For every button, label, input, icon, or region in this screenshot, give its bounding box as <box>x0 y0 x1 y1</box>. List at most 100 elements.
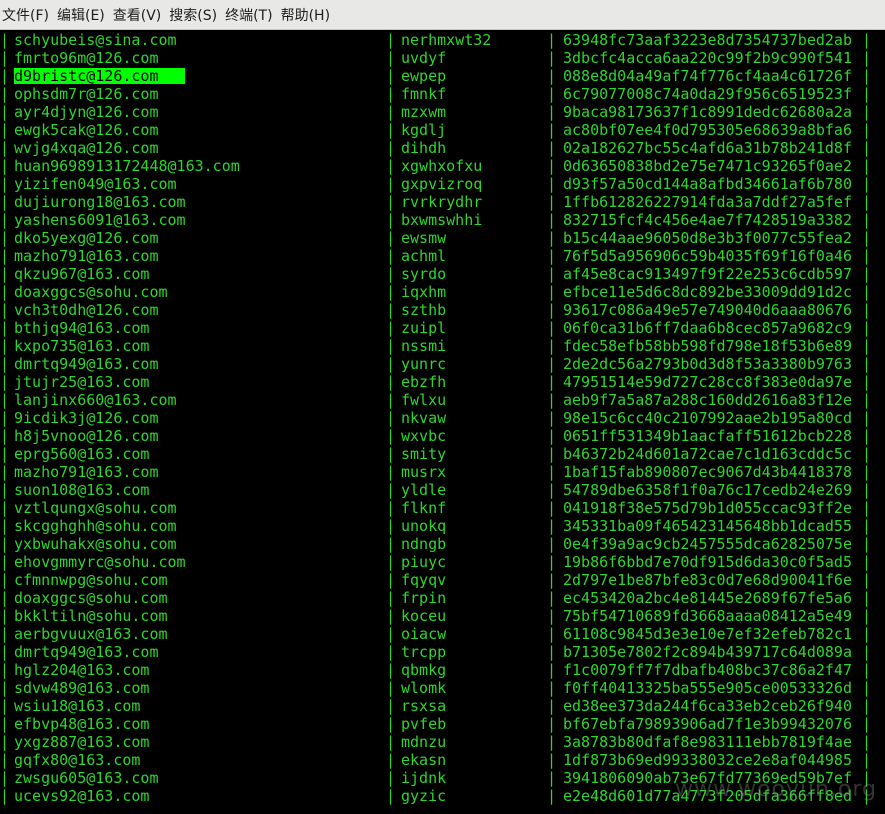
column-separator: | <box>0 625 10 643</box>
column-separator: | <box>386 697 396 715</box>
username-cell: ijdnk <box>401 769 447 787</box>
hash-cell: 345331ba09f465423145648bb1dcad55 <box>563 517 852 535</box>
column-separator: | <box>386 265 396 283</box>
column-separator: | <box>862 337 872 355</box>
email-cell: dmrtq949@163.com <box>14 355 159 373</box>
terminal-output[interactable]: | schyubeis@sina.com | nerhmxwt32 | 63948fc73… <box>0 30 885 814</box>
hash-cell: b15c44aae96050d8e3b3f0077c55fea2 <box>563 229 852 247</box>
email-cell: dmrtq949@163.com <box>14 643 159 661</box>
username-cell: nerhmxwt32 <box>401 31 492 49</box>
column-separator: | <box>0 391 10 409</box>
username-cell: mdnzu <box>401 733 447 751</box>
column-separator: | <box>547 445 557 463</box>
column-separator: | <box>547 679 557 697</box>
column-separator: | <box>386 139 396 157</box>
table-row: | skcgghghh@sohu.com | unokq | 345331ba09f465… <box>0 517 885 535</box>
table-row: | yxgz887@163.com | mdnzu | 3a8783b80dfaf8e98… <box>0 733 885 751</box>
column-separator: | <box>862 715 872 733</box>
email-cell: ucevs92@163.com <box>14 787 150 805</box>
table-row: | dujiurong18@163.com | rvrkrydhr | 1ffb61282… <box>0 193 885 211</box>
username-cell: pvfeb <box>401 715 447 733</box>
column-separator: | <box>386 319 396 337</box>
column-separator: | <box>386 121 396 139</box>
column-separator: | <box>386 247 396 265</box>
hash-cell: efbce11e5d6c8dc892be33009dd91d2c <box>563 283 852 301</box>
email-cell: wvjg4xqa@126.com <box>14 139 159 157</box>
table-row: | eprg560@163.com | smity | b46372b24d601a72c… <box>0 445 885 463</box>
column-separator: | <box>547 517 557 535</box>
column-separator: | <box>386 715 396 733</box>
hash-cell: 1baf15fab890807ec9067d43b4418378 <box>563 463 852 481</box>
column-separator: | <box>547 481 557 499</box>
column-separator: | <box>0 715 10 733</box>
menu-item-4[interactable]: 终端(T) <box>223 5 278 25</box>
email-cell: lanjinx660@163.com <box>14 391 177 409</box>
column-separator: | <box>386 589 396 607</box>
column-separator: | <box>0 67 10 85</box>
username-cell: wxvbc <box>401 427 447 445</box>
column-separator: | <box>547 643 557 661</box>
table-row: | lanjinx660@163.com | fwlxu | aeb9f7a5a87a28… <box>0 391 885 409</box>
column-separator: | <box>547 121 557 139</box>
column-separator: | <box>862 175 872 193</box>
hash-cell: 76f5d5a956906c59b4035f69f16f0a46 <box>563 247 852 265</box>
column-separator: | <box>862 265 872 283</box>
username-cell: ekasn <box>401 751 447 769</box>
email-cell: doaxggcs@sohu.com <box>14 283 168 301</box>
menu-item-0[interactable]: 文件(F) <box>0 5 55 25</box>
hash-cell: 2de2dc56a2793b0d3d8f53a3380b9763 <box>563 355 852 373</box>
hash-cell: b71305e7802f2c894b439717c64d089a <box>563 643 852 661</box>
column-separator: | <box>862 589 872 607</box>
email-cell: wsiu18@163.com <box>14 697 141 715</box>
hash-cell: ed38ee373da244f6ca33eb2ceb26f940 <box>563 697 852 715</box>
menu-item-2[interactable]: 查看(V) <box>111 5 168 25</box>
column-separator: | <box>862 607 872 625</box>
username-cell: ewpep <box>401 67 447 85</box>
column-separator: | <box>547 553 557 571</box>
column-separator: | <box>386 283 396 301</box>
email-cell: vch3t0dh@126.com <box>14 301 159 319</box>
hash-cell: 1df873b69ed99338032ce2e8af044985 <box>563 751 852 769</box>
hash-cell: 54789dbe6358f1f0a76c17cedb24e269 <box>563 481 852 499</box>
column-separator: | <box>0 211 10 229</box>
column-separator: | <box>547 301 557 319</box>
column-separator: | <box>862 427 872 445</box>
table-row: | bkkltiln@sohu.com | koceu | 75bf54710689fd3… <box>0 607 885 625</box>
email-cell: yashens6091@163.com <box>14 211 186 229</box>
menu-item-3[interactable]: 搜索(S) <box>167 5 223 25</box>
column-separator: | <box>862 283 872 301</box>
column-separator: | <box>386 643 396 661</box>
menu-item-5[interactable]: 帮助(H) <box>279 5 336 25</box>
column-separator: | <box>862 211 872 229</box>
column-separator: | <box>547 247 557 265</box>
hash-cell: 19b86f6bbd7e70df915d6da30c0f5ad5 <box>563 553 852 571</box>
hash-cell: bf67ebfa79893906ad7f1e3b99432076 <box>563 715 852 733</box>
table-row: | mazho791@163.com | musrx | 1baf15fab890807e… <box>0 463 885 481</box>
username-cell: rsxsa <box>401 697 447 715</box>
username-cell: xgwhxofxu <box>401 157 483 175</box>
username-cell: uvdyf <box>401 49 447 67</box>
menu-item-1[interactable]: 编辑(E) <box>55 5 111 25</box>
column-separator: | <box>547 697 557 715</box>
username-cell: yldle <box>401 481 447 499</box>
column-separator: | <box>0 661 10 679</box>
column-separator: | <box>547 571 557 589</box>
selected-email-cell: d9bristc@126.com <box>14 68 185 84</box>
hash-cell: 0651ff531349b1aacfaff51612bcb228 <box>563 427 852 445</box>
hash-cell: 3a8783b80dfaf8e983111ebb7819f4ae <box>563 733 852 751</box>
column-separator: | <box>547 535 557 553</box>
column-separator: | <box>0 589 10 607</box>
username-cell: kgdlj <box>401 121 447 139</box>
table-row: | dmrtq949@163.com | yunrc | 2de2dc56a2793b0d… <box>0 355 885 373</box>
column-separator: | <box>386 103 396 121</box>
table-row: | yashens6091@163.com | bxwmswhhi | 832715fcf… <box>0 211 885 229</box>
column-separator: | <box>386 463 396 481</box>
username-cell: piuyc <box>401 553 447 571</box>
column-separator: | <box>862 193 872 211</box>
column-separator: | <box>0 643 10 661</box>
column-separator: | <box>547 229 557 247</box>
column-separator: | <box>386 373 396 391</box>
table-row: | suon108@163.com | yldle | 54789dbe6358f1f0a… <box>0 481 885 499</box>
username-cell: ewsmw <box>401 229 447 247</box>
table-row: | kxpo735@163.com | nssmi | fdec58efb58bb598f… <box>0 337 885 355</box>
